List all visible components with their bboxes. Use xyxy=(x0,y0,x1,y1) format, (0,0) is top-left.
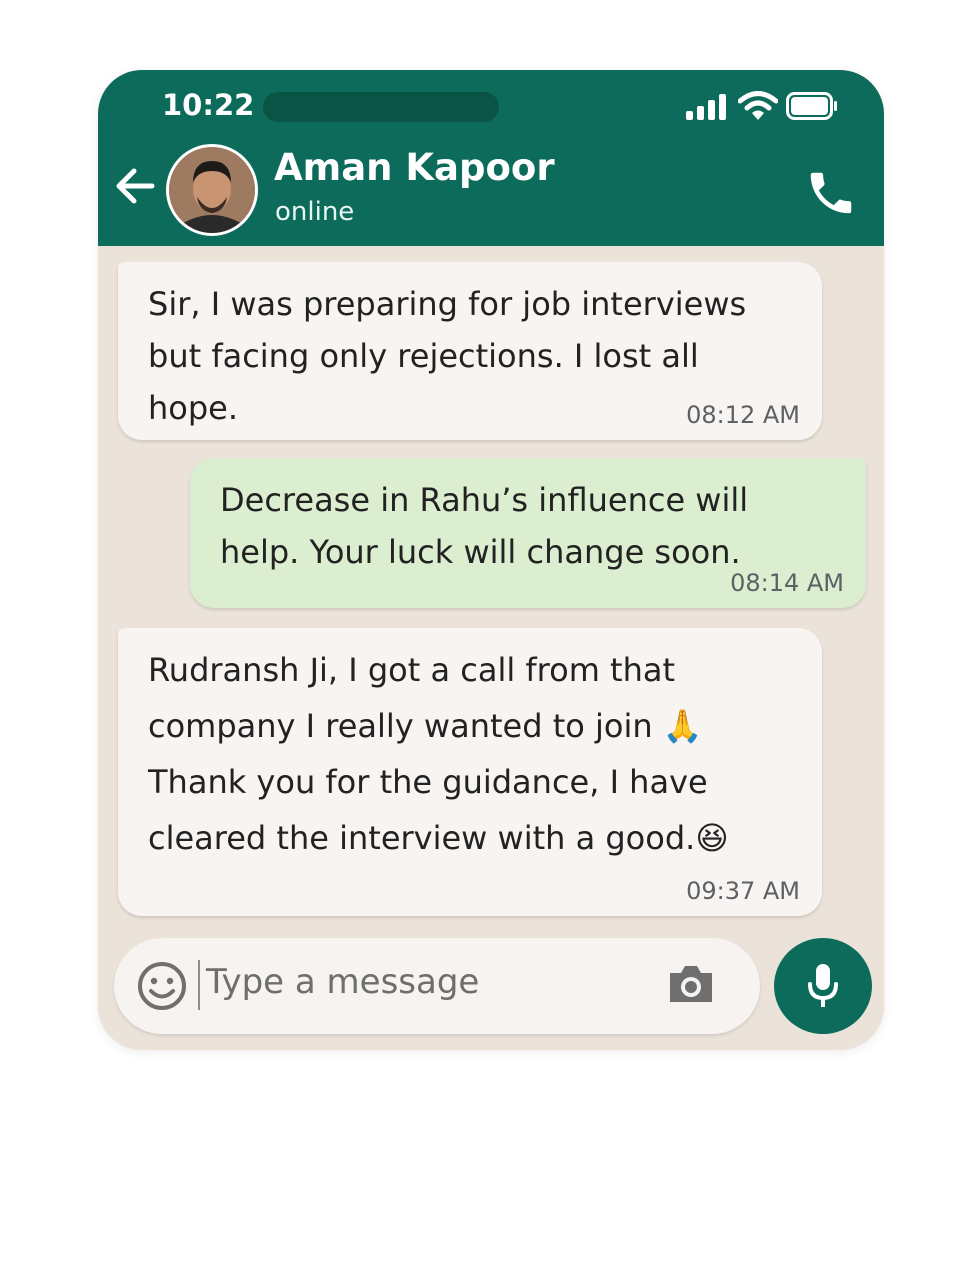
camera-icon[interactable] xyxy=(666,962,716,1006)
contact-avatar[interactable] xyxy=(166,144,258,236)
message-bubble-incoming[interactable]: Sir, I was preparing for job interviews … xyxy=(118,262,822,440)
message-timestamp: 08:14 AM xyxy=(730,569,844,597)
message-text: Decrease in Rahu’s influence will help. … xyxy=(220,481,749,571)
arrow-left-icon[interactable] xyxy=(114,166,156,206)
message-bubble-incoming[interactable]: Rudransh Ji, I got a call from that comp… xyxy=(118,628,822,916)
chat-header: 10:22 Aman Kapoor online xyxy=(98,70,884,246)
message-text: Rudransh Ji, I got a call from that comp… xyxy=(148,651,729,857)
message-input[interactable]: Type a message xyxy=(206,962,479,1002)
signal-icon xyxy=(686,94,726,120)
message-text: Sir, I was preparing for job interviews … xyxy=(148,285,747,427)
message-timestamp: 09:37 AM xyxy=(686,877,800,905)
dynamic-island xyxy=(263,92,499,122)
contact-name[interactable]: Aman Kapoor xyxy=(274,146,555,189)
wifi-icon xyxy=(738,91,778,120)
text-caret xyxy=(198,960,200,1010)
message-composer[interactable]: Type a message xyxy=(114,938,760,1034)
status-time: 10:22 xyxy=(162,88,255,122)
smiley-icon[interactable] xyxy=(136,960,188,1012)
avatar-image xyxy=(169,147,255,233)
message-timestamp: 08:12 AM xyxy=(686,401,800,429)
phone-icon[interactable] xyxy=(804,166,858,220)
microphone-icon xyxy=(808,964,838,1007)
message-bubble-outgoing[interactable]: Decrease in Rahu’s influence will help. … xyxy=(190,458,866,608)
chat-screen: 10:22 Aman Kapoor online Sir, I was prep… xyxy=(98,70,884,1050)
battery-icon xyxy=(786,92,837,120)
contact-status: online xyxy=(275,197,355,227)
mic-button[interactable] xyxy=(774,938,872,1034)
